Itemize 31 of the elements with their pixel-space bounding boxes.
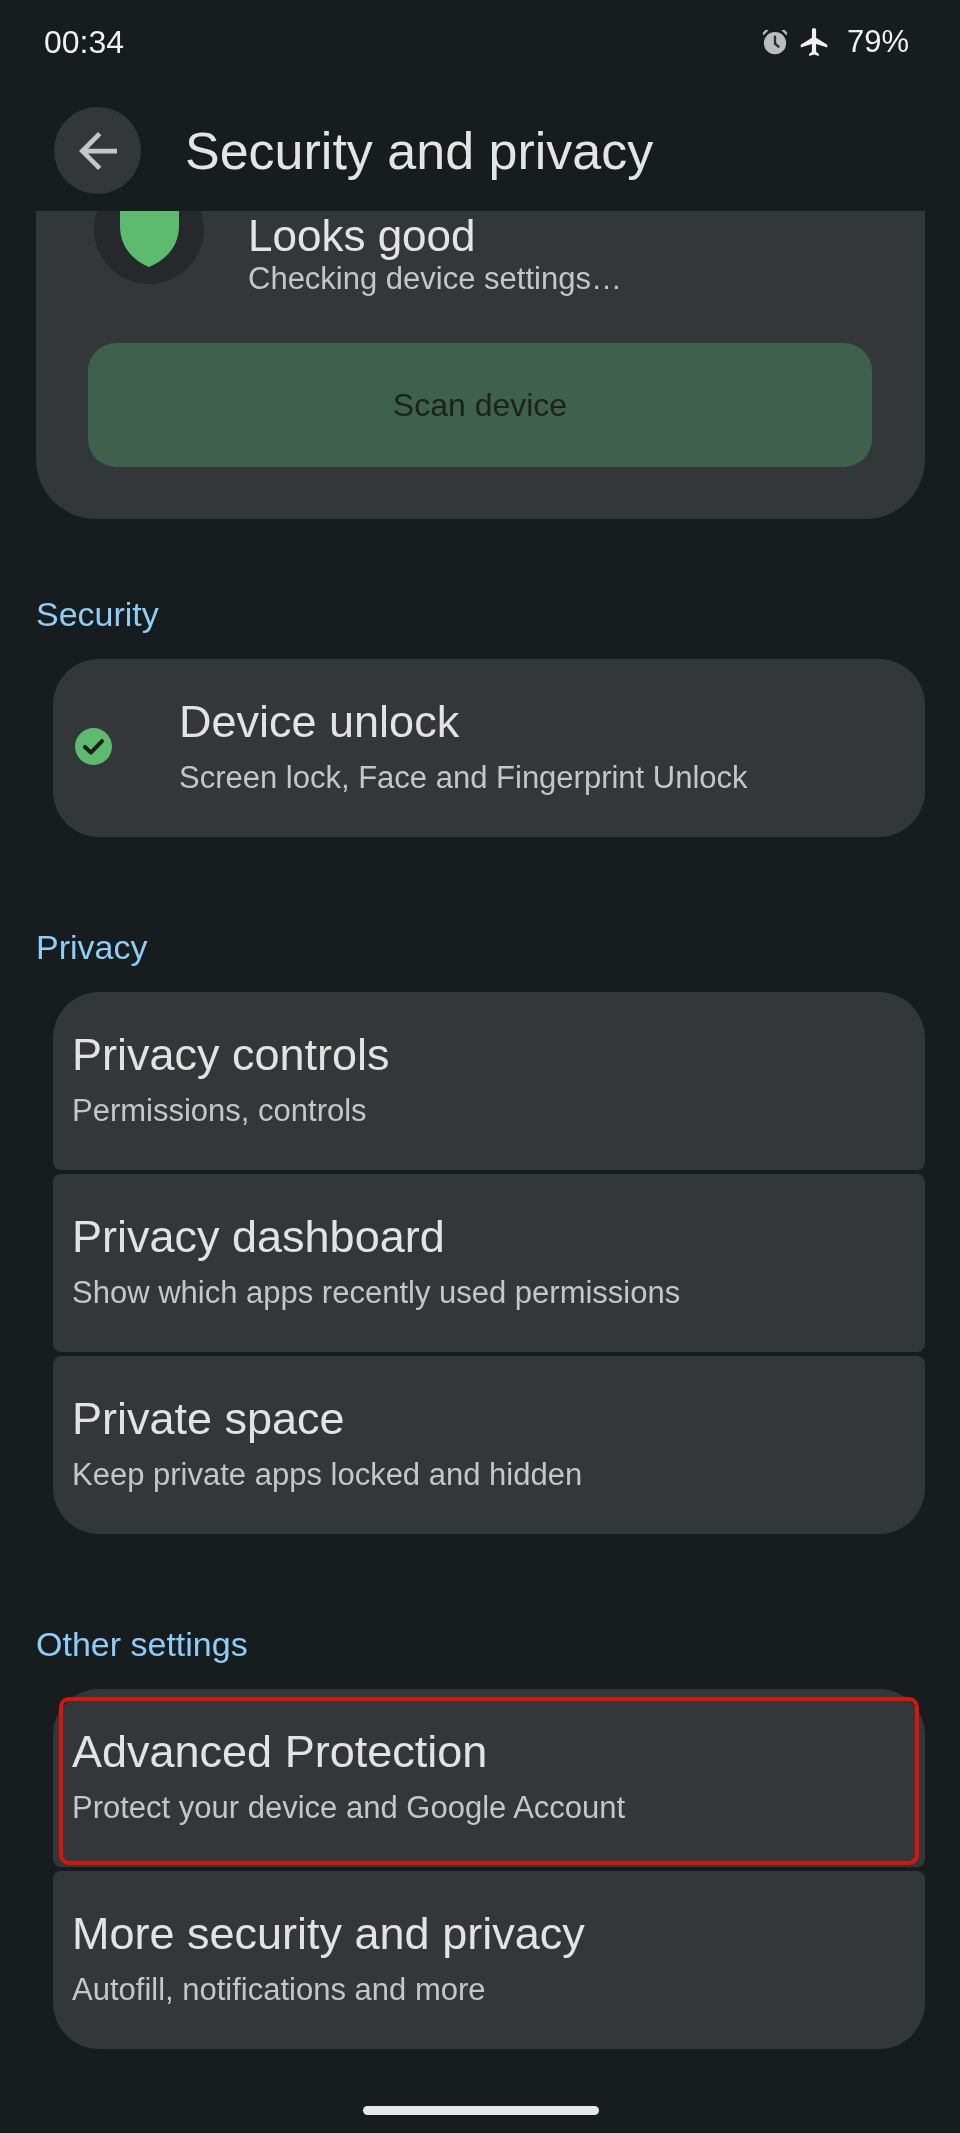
settings-item[interactable]: More security and privacy Autofill, notifications and more	[53, 1871, 925, 2049]
item-subtitle: Keep private apps locked and hidden	[72, 1456, 583, 1494]
section-header: Security	[36, 594, 160, 635]
item-subtitle: Screen lock, Face and Fingerprint Unlock	[179, 759, 748, 797]
status-title: Looks good	[248, 211, 477, 261]
settings-item[interactable]: Privacy controls Permissions, controls	[53, 992, 925, 1170]
section-header: Other settings	[36, 1624, 249, 1665]
item-title: Device unlock	[179, 695, 461, 749]
page-title: Security and privacy	[185, 120, 654, 182]
alarm-clock-icon	[760, 28, 789, 56]
back-arrow-icon	[78, 131, 117, 170]
check-circle-icon	[75, 728, 112, 765]
item-title: Private space	[72, 1392, 346, 1446]
status-time: 00:34	[44, 23, 125, 62]
item-title: More security and privacy	[72, 1907, 585, 1961]
settings-item[interactable]: Device unlock Screen lock, Face and Fingerprint Unlock	[53, 659, 925, 837]
item-subtitle: Permissions, controls	[72, 1092, 368, 1130]
item-subtitle: Protect your device and Google Account	[72, 1789, 626, 1827]
settings-item[interactable]: Privacy dashboard Show which apps recently used permissions	[53, 1174, 925, 1352]
item-title: Privacy controls	[72, 1028, 390, 1082]
status-subtitle: Checking device settings…	[248, 261, 622, 297]
item-title: Advanced Protection	[72, 1725, 489, 1779]
settings-item[interactable]: Private space Keep private apps locked and hidden	[53, 1356, 925, 1534]
battery-percentage: 79%	[846, 23, 909, 61]
settings-item[interactable]: Advanced Protection Protect your device and Google Account	[53, 1689, 925, 1867]
item-subtitle: Show which apps recently used permissions	[72, 1274, 681, 1312]
item-title: Privacy dashboard	[72, 1210, 446, 1264]
airplane-icon	[799, 28, 828, 56]
item-subtitle: Autofill, notifications and more	[72, 1971, 487, 2009]
section-header: Privacy	[36, 927, 149, 968]
shield-icon	[94, 211, 204, 284]
